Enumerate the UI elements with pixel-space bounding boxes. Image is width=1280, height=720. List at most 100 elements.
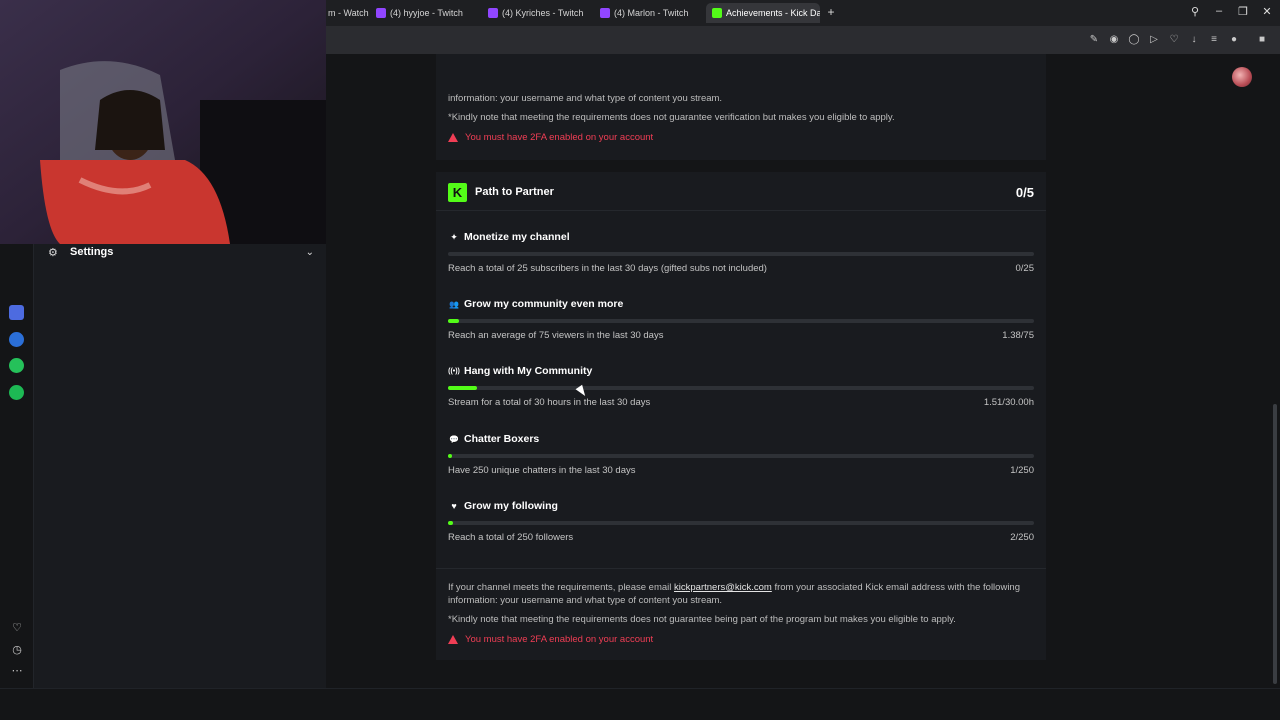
goal-title-row: ♥ Grow my following xyxy=(448,500,558,512)
card-header: K Path to Partner 0/5 xyxy=(448,182,1034,202)
shield-icon[interactable]: ◯ xyxy=(1128,34,1140,46)
warning-text: You must have 2FA enabled on your accoun… xyxy=(465,634,654,645)
twitch-icon xyxy=(376,8,386,18)
sparkle-icon: ✦ xyxy=(450,231,458,242)
path-to-partner-card: K Path to Partner 0/5 ✦ Monetize my chan… xyxy=(436,172,1046,660)
minimize-icon[interactable]: – xyxy=(1212,5,1226,17)
whatsapp-icon[interactable] xyxy=(9,358,24,373)
chevron-down-icon: ⌄ xyxy=(305,246,314,258)
partner-note: *Kindly note that meeting the requiremen… xyxy=(448,614,956,625)
completed-count: 0/5 xyxy=(1015,184,1034,200)
download-icon[interactable]: ↓ xyxy=(1188,34,1200,46)
footer-text: If your channel meets the requirements, … xyxy=(448,582,675,593)
card-title: Path to Partner xyxy=(475,186,554,198)
sidebar-item-settings[interactable]: ⚙ Settings ⌄ xyxy=(48,244,314,260)
app-icon-bar: ♡ ◷ ⋯ ⋯ xyxy=(0,244,34,720)
goal-title: Monetize my channel xyxy=(464,231,570,243)
twitch-icon xyxy=(488,8,498,18)
progress-bar xyxy=(448,521,1034,525)
divider xyxy=(436,210,1046,211)
verification-info: information: your username and what type… xyxy=(448,93,723,104)
warning-icon xyxy=(448,133,458,142)
browser-tab-active[interactable]: Achievements - Kick Dash xyxy=(706,3,820,23)
goal-title-row: ✦ Monetize my channel xyxy=(448,231,570,243)
edit-icon[interactable]: ✎ xyxy=(1088,34,1100,46)
heart-icon: ♥ xyxy=(451,501,457,511)
sidebar-item-label: Settings xyxy=(70,246,114,258)
goal-item: ♥ Grow my following Reach a total of 250… xyxy=(448,500,1034,554)
goal-title: Grow my following xyxy=(464,500,558,512)
goal-value: 0/25 xyxy=(1015,263,1035,274)
goal-item: ✦ Monetize my channel Reach a total of 2… xyxy=(448,231,1034,285)
progress-fill xyxy=(448,454,452,458)
browser-toolbar: ✎ ◉ ◯ ▷ ♡ ↓ ≡ ● ■ xyxy=(326,26,1280,54)
chat-icon: 💬 xyxy=(449,434,459,444)
sidebar: ⚙ Settings ⌄ xyxy=(34,244,326,720)
warning-icon xyxy=(448,635,458,644)
favorites-icon[interactable]: ♡ xyxy=(10,621,24,635)
goal-value: 2/250 xyxy=(1010,532,1034,543)
scrollbar[interactable] xyxy=(1273,404,1277,684)
restore-icon[interactable]: ❐ xyxy=(1236,5,1250,18)
bottom-bar xyxy=(0,688,1280,720)
goal-title: Chatter Boxers xyxy=(464,433,540,445)
people-icon: 👥 xyxy=(449,299,459,309)
browser-tab[interactable]: m - Watch xyxy=(322,3,370,23)
goal-item: 👥 Grow my community even more Reach an a… xyxy=(448,298,1034,352)
tab-label: Achievements - Kick Dash xyxy=(726,8,820,18)
heart-outline-icon[interactable]: ♡ xyxy=(1168,34,1180,46)
kick-icon xyxy=(712,8,722,18)
goal-value: 1.51/30.00h xyxy=(983,397,1034,408)
goal-description: Reach an average of 75 viewers in the la… xyxy=(448,330,664,341)
goal-value: 1/250 xyxy=(1010,465,1034,476)
browser-tab[interactable]: (4) hyyjoe - Twitch xyxy=(370,3,482,23)
verification-card: information: your username and what type… xyxy=(436,54,1046,160)
browser-tab[interactable]: (4) Kyriches - Twitch xyxy=(482,3,594,23)
tab-label: (4) hyyjoe - Twitch xyxy=(390,8,463,18)
progress-fill xyxy=(448,319,459,323)
search-tabs-icon[interactable]: ⚲ xyxy=(1188,5,1202,18)
tab-label: (4) Kyriches - Twitch xyxy=(502,8,584,18)
webcam-image xyxy=(0,0,326,244)
broadcast-icon: ((•)) xyxy=(448,367,460,375)
profile-icon[interactable]: ● xyxy=(1228,34,1240,46)
history-icon[interactable]: ◷ xyxy=(10,643,24,657)
play-icon[interactable]: ▷ xyxy=(1148,34,1160,46)
messenger-icon[interactable] xyxy=(9,332,24,347)
progress-fill xyxy=(448,386,477,390)
close-icon[interactable]: ✕ xyxy=(1260,5,1274,18)
progress-fill xyxy=(448,521,453,525)
camera-icon[interactable]: ◉ xyxy=(1108,34,1120,46)
avatar[interactable] xyxy=(1232,67,1252,87)
progress-bar xyxy=(448,252,1034,256)
goal-title: Grow my community even more xyxy=(464,298,624,310)
extension-icon[interactable]: ■ xyxy=(1256,34,1268,46)
email-link[interactable]: kickpartners@kick.com xyxy=(674,582,772,593)
browser-tab[interactable]: (4) Marlon - Twitch xyxy=(594,3,704,23)
webcam-overlay xyxy=(0,0,326,244)
goal-item: 💬 Chatter Boxers Have 250 unique chatter… xyxy=(448,433,1034,487)
app-store-icon[interactable] xyxy=(9,305,24,320)
warning-text: You must have 2FA enabled on your accoun… xyxy=(465,132,654,143)
goal-description: Reach a total of 25 subscribers in the l… xyxy=(448,263,767,274)
goal-title: Hang with My Community xyxy=(464,365,593,377)
goal-value: 1.38/75 xyxy=(1002,330,1034,341)
new-tab-icon[interactable]: + xyxy=(824,5,838,19)
progress-bar xyxy=(448,319,1034,323)
spotify-icon[interactable] xyxy=(9,385,24,400)
progress-bar xyxy=(448,386,1034,390)
goal-description: Have 250 unique chatters in the last 30 … xyxy=(448,465,636,476)
tab-label: (4) Marlon - Twitch xyxy=(614,8,689,18)
more-icon[interactable]: ⋯ xyxy=(10,664,24,678)
goal-item: ((•)) Hang with My Community Stream for … xyxy=(448,365,1034,419)
twofa-warning: You must have 2FA enabled on your accoun… xyxy=(448,132,653,143)
goal-description: Stream for a total of 30 hours in the la… xyxy=(448,397,651,408)
goal-title-row: 💬 Chatter Boxers xyxy=(448,433,539,445)
kick-logo-icon: K xyxy=(448,182,467,202)
goal-title-row: ((•)) Hang with My Community xyxy=(448,365,592,377)
gear-icon: ⚙ xyxy=(48,246,58,259)
goal-title-row: 👥 Grow my community even more xyxy=(448,298,623,310)
tab-label: m - Watch xyxy=(328,8,369,18)
menu-icon[interactable]: ≡ xyxy=(1208,34,1220,46)
twofa-warning: You must have 2FA enabled on your accoun… xyxy=(448,634,653,645)
